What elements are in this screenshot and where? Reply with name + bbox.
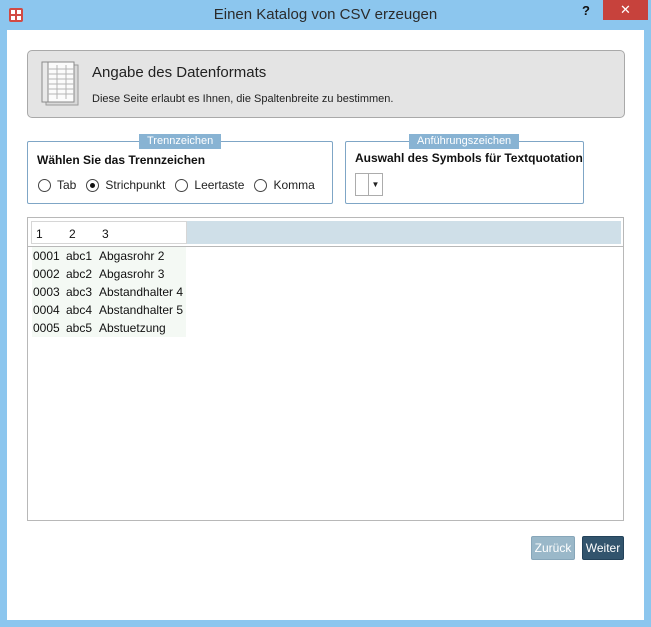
radio-tab[interactable]: Tab: [38, 178, 76, 192]
cell-name: Abstandhalter 5: [99, 303, 184, 317]
radio-space-label: Leertaste: [194, 178, 245, 192]
radio-comma-label: Komma: [273, 178, 315, 192]
cell-id: 0004: [33, 303, 60, 317]
separator-label: Wählen Sie das Trennzeichen: [37, 153, 206, 167]
spreadsheet-document-icon: [41, 61, 79, 106]
back-button[interactable]: Zurück: [531, 536, 575, 560]
cell-code: abc5: [66, 321, 93, 335]
quote-symbol-select[interactable]: ▼: [355, 173, 383, 196]
quote-symbol-value: [356, 174, 369, 195]
radio-space-circle[interactable]: [175, 178, 189, 192]
table-row: 0001 abc1 Abgasrohr 2: [32, 247, 186, 265]
radio-comma-circle[interactable]: [254, 178, 268, 192]
grid-header-columns: 1 2 3: [31, 221, 187, 244]
help-button[interactable]: ?: [578, 2, 594, 20]
cell-code: abc3: [66, 285, 93, 299]
column-header-3[interactable]: 3: [102, 227, 109, 241]
header-panel: Angabe des Datenformats Diese Seite erla…: [27, 50, 625, 118]
radio-semicolon-label: Strichpunkt: [105, 178, 166, 192]
quote-group: Anführungszeichen Auswahl des Symbols fü…: [345, 134, 584, 204]
table-row: 0005 abc5 Abstuetzung: [32, 319, 186, 337]
cell-id: 0005: [33, 321, 60, 335]
chevron-down-icon[interactable]: ▼: [369, 174, 382, 195]
table-row: 0002 abc2 Abgasrohr 3: [32, 265, 186, 283]
radio-tab-label: Tab: [57, 178, 77, 192]
table-row: 0004 abc4 Abstandhalter 5: [32, 301, 186, 319]
radio-semicolon[interactable]: Strichpunkt: [86, 178, 165, 192]
cell-id: 0001: [33, 249, 60, 263]
cell-code: abc1: [66, 249, 93, 263]
separator-group: Trennzeichen Wählen Sie das Trennzeichen…: [27, 134, 333, 204]
page-title: Angabe des Datenformats: [92, 64, 267, 81]
application-window: Einen Katalog von CSV erzeugen ? ✕ Angab…: [0, 0, 651, 627]
radio-comma[interactable]: Komma: [254, 178, 315, 192]
cell-id: 0003: [33, 285, 60, 299]
page-description: Diese Seite erlaubt es Ihnen, die Spalte…: [92, 93, 394, 105]
next-button[interactable]: Weiter: [582, 536, 624, 560]
cell-code: abc4: [66, 303, 93, 317]
table-row: 0003 abc3 Abstandhalter 4: [32, 283, 186, 301]
separator-options: Tab Strichpunkt Leertaste Komma: [38, 178, 325, 192]
cell-name: Abgasrohr 3: [99, 267, 165, 281]
close-button[interactable]: ✕: [603, 0, 648, 20]
cell-code: abc2: [66, 267, 93, 281]
quote-label: Auswahl des Symbols für Textquotation: [355, 151, 583, 165]
radio-tab-circle[interactable]: [38, 178, 51, 192]
cell-name: Abstuetzung: [99, 321, 166, 335]
grid-header: 1 2 3: [31, 221, 621, 244]
window-title: Einen Katalog von CSV erzeugen: [213, 6, 438, 23]
column-header-2[interactable]: 2: [69, 227, 76, 241]
cell-id: 0002: [33, 267, 60, 281]
separator-group-legend: Trennzeichen: [139, 134, 222, 149]
title-bar[interactable]: Einen Katalog von CSV erzeugen ? ✕: [0, 0, 651, 30]
radio-semicolon-circle[interactable]: [86, 178, 100, 192]
cell-name: Abgasrohr 2: [99, 249, 165, 263]
column-header-1[interactable]: 1: [36, 227, 43, 241]
quote-group-legend: Anführungszeichen: [409, 134, 520, 149]
radio-space[interactable]: Leertaste: [175, 178, 244, 192]
wizard-content: Angabe des Datenformats Diese Seite erla…: [7, 30, 644, 620]
cell-name: Abstandhalter 4: [99, 285, 184, 299]
csv-preview-grid[interactable]: 1 2 3 0001 abc1 Abgasrohr 2 0002 abc2 Ab…: [27, 217, 624, 521]
